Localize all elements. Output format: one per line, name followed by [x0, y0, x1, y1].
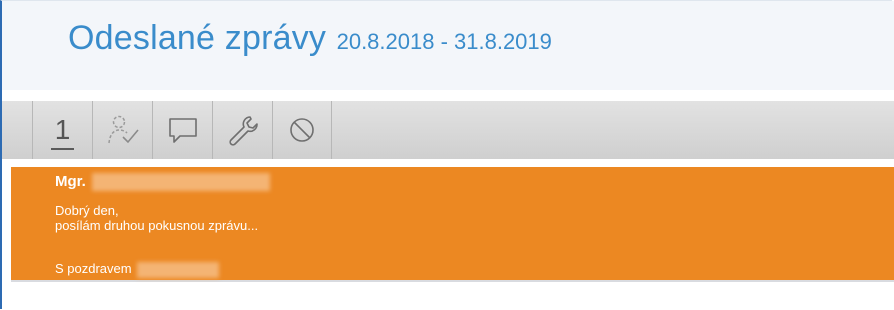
- toolbar: 1: [2, 101, 894, 159]
- speech-bubble-icon: [168, 118, 197, 143]
- settings-button[interactable]: [212, 101, 272, 159]
- block-button[interactable]: [272, 101, 332, 159]
- message-row[interactable]: Mgr. Dobrý den, posílám druhou pokusnou …: [11, 167, 894, 282]
- page-header: Odeslané zprávy 20.8.2018 - 31.8.2019: [2, 1, 894, 90]
- date-range: 20.8.2018 - 31.8.2019: [336, 29, 552, 54]
- page-title: Odeslané zprávy 20.8.2018 - 31.8.2019: [68, 19, 552, 58]
- sender-name-redacted: [92, 173, 271, 192]
- message-preview: Dobrý den, posílám druhou pokusnou zpráv…: [55, 203, 258, 233]
- block-icon: [290, 118, 314, 142]
- message-sender: Mgr.: [55, 173, 271, 192]
- message-greeting: Dobrý den,: [55, 203, 119, 218]
- message-preview-text: posílám druhou pokusnou zprávu...: [55, 218, 259, 233]
- signoff-text: S pozdravem: [55, 261, 132, 276]
- sender-prefix: Mgr.: [55, 173, 86, 190]
- page-title-text: Odeslané zprávy: [68, 19, 327, 57]
- number-one-button[interactable]: 1: [32, 101, 92, 159]
- message-button[interactable]: [152, 101, 212, 159]
- wrench-icon: [228, 116, 258, 146]
- number-one-icon: 1: [54, 114, 71, 145]
- user-check-button[interactable]: [92, 101, 152, 159]
- user-check-icon: [107, 115, 139, 144]
- signoff-name-redacted: [137, 261, 220, 278]
- message-signoff: S pozdravem: [55, 261, 220, 278]
- number-underline: [51, 148, 74, 150]
